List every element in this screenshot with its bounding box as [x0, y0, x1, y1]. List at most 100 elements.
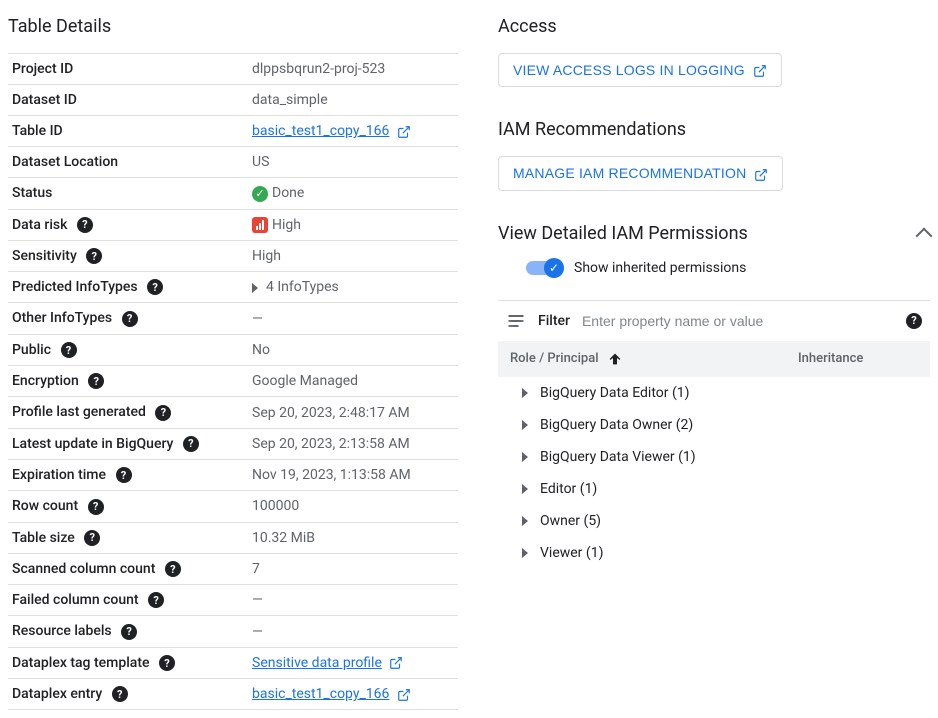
value-dataset-id: data_simple — [248, 85, 458, 116]
label-resource-labels: Resource labels — [12, 623, 112, 639]
value-resource-labels: — — [248, 616, 458, 647]
label-table-size: Table size — [12, 530, 75, 546]
value-other-infotypes: — — [248, 303, 458, 334]
label-dataplex-entry: Dataplex entry — [12, 686, 102, 702]
manage-iam-label: MANAGE IAM RECOMMENDATION — [513, 165, 746, 181]
label-latest-update: Latest update in BigQuery — [12, 436, 173, 452]
label-encryption: Encryption — [12, 373, 79, 389]
label-profile-last-generated: Profile last generated — [12, 404, 146, 420]
header-role-principal[interactable]: Role / Principal — [510, 351, 599, 366]
toggle-knob-check-icon: ✓ — [544, 258, 564, 278]
dataplex-tag-template-link[interactable]: Sensitive data profile — [252, 655, 382, 671]
show-inherited-label: Show inherited permissions — [574, 260, 746, 276]
chevron-up-icon[interactable] — [916, 228, 933, 245]
label-project-id: Project ID — [8, 54, 248, 85]
label-data-risk: Data risk — [12, 217, 67, 233]
access-title: Access — [498, 16, 930, 37]
value-status: Done — [272, 185, 304, 201]
help-icon[interactable]: ? — [84, 530, 100, 546]
expand-arrow-icon[interactable] — [522, 484, 528, 494]
expand-arrow-icon[interactable] — [522, 516, 528, 526]
value-latest-update: Sep 20, 2023, 2:13:58 AM — [248, 428, 458, 459]
label-scanned-column-count: Scanned column count — [12, 561, 155, 577]
role-row[interactable]: Viewer (1) — [498, 537, 930, 569]
roles-list: BigQuery Data Editor (1) BigQuery Data Ow… — [498, 377, 930, 569]
value-profile-last-generated: Sep 20, 2023, 2:48:17 AM — [248, 397, 458, 428]
value-dataset-location: US — [248, 147, 458, 178]
help-icon[interactable]: ? — [121, 624, 137, 640]
role-row[interactable]: BigQuery Data Viewer (1) — [498, 441, 930, 473]
help-icon[interactable]: ? — [112, 686, 128, 702]
help-icon[interactable]: ? — [147, 279, 163, 295]
expand-arrow-icon[interactable] — [252, 283, 258, 293]
label-table-id: Table ID — [8, 116, 248, 147]
view-access-logs-button[interactable]: VIEW ACCESS LOGS IN LOGGING — [498, 53, 782, 87]
help-icon[interactable]: ? — [122, 311, 138, 327]
help-icon[interactable]: ? — [165, 561, 181, 577]
detailed-permissions-title: View Detailed IAM Permissions — [498, 223, 748, 244]
external-link-icon — [389, 655, 403, 671]
value-scanned-column-count: 7 — [248, 553, 458, 584]
help-icon[interactable]: ? — [159, 655, 175, 671]
label-expiration-time: Expiration time — [12, 467, 106, 483]
show-inherited-toggle[interactable]: ✓ — [526, 261, 562, 275]
dataplex-entry-link[interactable]: basic_test1_copy_166 — [252, 686, 389, 702]
help-icon[interactable]: ? — [88, 373, 104, 389]
header-inheritance[interactable]: Inheritance — [798, 351, 918, 367]
sort-ascending-icon[interactable] — [607, 351, 623, 367]
role-row[interactable]: Owner (5) — [498, 505, 930, 537]
value-failed-column-count: — — [248, 585, 458, 616]
role-name: Editor (1) — [540, 481, 597, 497]
external-link-icon — [754, 165, 768, 181]
role-name: BigQuery Data Editor (1) — [540, 385, 690, 401]
iam-recommendations-title: IAM Recommendations — [498, 119, 930, 140]
value-expiration-time: Nov 19, 2023, 1:13:58 AM — [248, 459, 458, 490]
expand-arrow-icon[interactable] — [522, 388, 528, 398]
external-link-icon — [397, 123, 411, 139]
label-predicted-infotypes: Predicted InfoTypes — [12, 279, 138, 295]
help-icon[interactable]: ? — [86, 248, 102, 264]
expand-arrow-icon[interactable] — [522, 420, 528, 430]
roles-table-header: Role / Principal Inheritance — [498, 341, 930, 377]
value-encryption: Google Managed — [248, 366, 458, 397]
expand-arrow-icon[interactable] — [522, 452, 528, 462]
help-icon[interactable]: ? — [88, 499, 104, 515]
label-dataplex-tag-template: Dataplex tag template — [12, 655, 149, 671]
filter-icon[interactable] — [506, 311, 526, 331]
help-icon[interactable]: ? — [155, 405, 171, 421]
role-row[interactable]: Editor (1) — [498, 473, 930, 505]
role-name: Viewer (1) — [540, 545, 603, 561]
role-name: Owner (5) — [540, 513, 601, 529]
view-access-logs-label: VIEW ACCESS LOGS IN LOGGING — [513, 62, 745, 78]
help-icon[interactable]: ? — [61, 342, 77, 358]
value-row-count: 100000 — [248, 491, 458, 522]
label-dataset-id: Dataset ID — [8, 85, 248, 116]
help-icon[interactable]: ? — [148, 592, 164, 608]
value-project-id: dlppsbqrun2-proj-523 — [248, 54, 458, 85]
value-table-size: 10.32 MiB — [248, 522, 458, 553]
role-row[interactable]: BigQuery Data Owner (2) — [498, 409, 930, 441]
filter-label: Filter — [538, 313, 570, 329]
value-public: No — [248, 334, 458, 365]
label-status: Status — [8, 178, 248, 209]
expand-arrow-icon[interactable] — [522, 548, 528, 558]
help-icon[interactable]: ? — [906, 313, 922, 329]
label-row-count: Row count — [12, 498, 78, 514]
label-public: Public — [12, 342, 51, 358]
role-name: BigQuery Data Viewer (1) — [540, 449, 696, 465]
help-icon[interactable]: ? — [183, 436, 199, 452]
manage-iam-recommendation-button[interactable]: MANAGE IAM RECOMMENDATION — [498, 156, 783, 190]
filter-input[interactable] — [582, 313, 888, 329]
check-icon: ✓ — [252, 186, 268, 202]
value-data-risk: High — [272, 217, 301, 233]
table-id-link[interactable]: basic_test1_copy_166 — [252, 123, 389, 139]
external-link-icon — [753, 62, 767, 78]
help-icon[interactable]: ? — [116, 467, 132, 483]
label-sensitivity: Sensitivity — [12, 248, 77, 264]
label-dataset-location: Dataset Location — [8, 147, 248, 178]
risk-high-icon — [252, 217, 268, 233]
role-name: BigQuery Data Owner (2) — [540, 417, 693, 433]
table-details-title: Table Details — [8, 16, 458, 37]
help-icon[interactable]: ? — [77, 217, 93, 233]
role-row[interactable]: BigQuery Data Editor (1) — [498, 377, 930, 409]
